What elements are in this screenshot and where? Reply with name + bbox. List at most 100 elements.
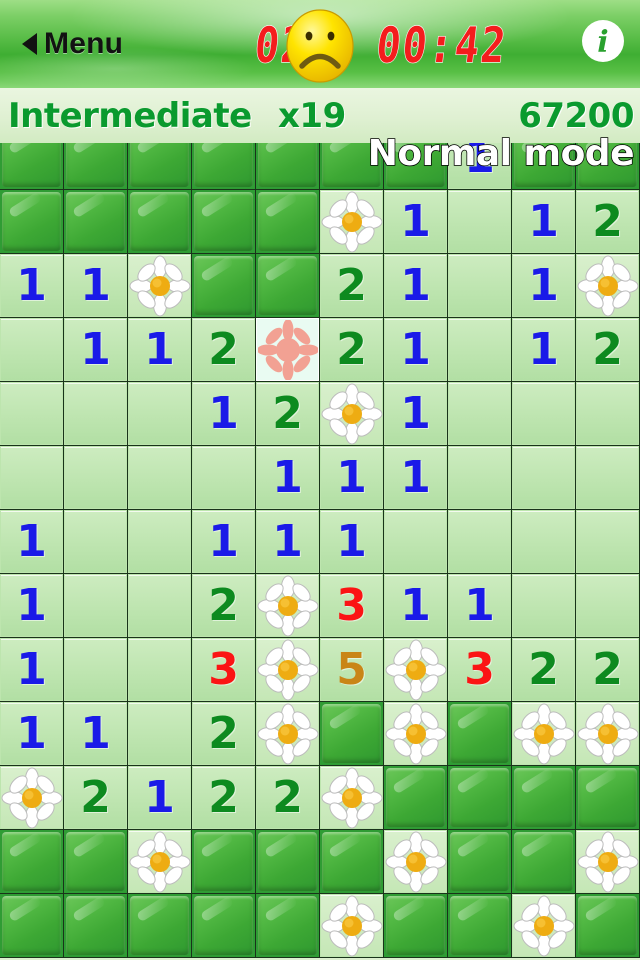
number-cell-2[interactable]: 2 [256,382,320,446]
number-cell-1[interactable]: 1 [192,382,256,446]
empty-cell[interactable] [512,382,576,446]
empty-cell[interactable] [576,510,640,574]
covered-cell[interactable] [0,190,64,254]
number-cell-3[interactable]: 3 [448,638,512,702]
number-cell-1[interactable]: 1 [448,574,512,638]
number-cell-2[interactable]: 2 [320,254,384,318]
number-cell-1[interactable]: 1 [64,254,128,318]
flagged-cell[interactable] [576,830,640,894]
number-cell-1[interactable]: 1 [512,190,576,254]
empty-cell[interactable] [192,446,256,510]
covered-cell[interactable] [320,702,384,766]
covered-cell[interactable] [64,190,128,254]
number-cell-2[interactable]: 2 [256,766,320,830]
covered-cell[interactable] [192,190,256,254]
number-cell-3[interactable]: 3 [192,638,256,702]
covered-cell[interactable] [448,766,512,830]
number-cell-1[interactable]: 1 [384,574,448,638]
empty-cell[interactable] [384,510,448,574]
covered-cell[interactable] [384,143,448,190]
number-cell-2[interactable]: 2 [576,638,640,702]
number-cell-1[interactable]: 1 [128,766,192,830]
number-cell-2[interactable]: 2 [192,766,256,830]
sad-face-icon[interactable] [282,6,358,84]
mine-cell[interactable] [256,318,320,382]
empty-cell[interactable] [64,638,128,702]
covered-cell[interactable] [576,143,640,190]
covered-cell[interactable] [384,766,448,830]
empty-cell[interactable] [576,382,640,446]
info-icon[interactable]: i [580,18,626,64]
number-cell-1[interactable]: 1 [192,510,256,574]
covered-cell[interactable] [0,143,64,190]
number-cell-2[interactable]: 2 [320,318,384,382]
empty-cell[interactable] [128,638,192,702]
empty-cell[interactable] [448,318,512,382]
flagged-cell[interactable] [320,382,384,446]
empty-cell[interactable] [448,382,512,446]
number-cell-2[interactable]: 2 [192,574,256,638]
number-cell-2[interactable]: 2 [576,190,640,254]
covered-cell[interactable] [256,143,320,190]
covered-cell[interactable] [512,766,576,830]
covered-cell[interactable] [256,190,320,254]
flagged-cell[interactable] [320,894,384,958]
covered-cell[interactable] [448,830,512,894]
covered-cell[interactable] [192,254,256,318]
number-cell-2[interactable]: 2 [576,318,640,382]
covered-cell[interactable] [192,143,256,190]
covered-cell[interactable] [448,894,512,958]
covered-cell[interactable] [256,830,320,894]
number-cell-1[interactable]: 1 [256,510,320,574]
number-cell-1[interactable]: 1 [0,574,64,638]
covered-cell[interactable] [64,830,128,894]
empty-cell[interactable] [448,190,512,254]
flagged-cell[interactable] [128,254,192,318]
empty-cell[interactable] [128,510,192,574]
empty-cell[interactable] [128,574,192,638]
flagged-cell[interactable] [384,830,448,894]
empty-cell[interactable] [64,382,128,446]
number-cell-1[interactable]: 1 [384,190,448,254]
number-cell-1[interactable]: 1 [384,382,448,446]
number-cell-1[interactable]: 1 [320,446,384,510]
empty-cell[interactable] [0,446,64,510]
number-cell-1[interactable]: 1 [0,638,64,702]
number-cell-2[interactable]: 2 [192,702,256,766]
number-cell-1[interactable]: 1 [128,318,192,382]
number-cell-5[interactable]: 5 [320,638,384,702]
number-cell-1[interactable]: 1 [320,510,384,574]
number-cell-1[interactable]: 1 [384,254,448,318]
number-cell-2[interactable]: 2 [512,638,576,702]
covered-cell[interactable] [64,143,128,190]
flagged-cell[interactable] [0,766,64,830]
empty-cell[interactable] [512,510,576,574]
covered-cell[interactable] [0,830,64,894]
number-cell-1[interactable]: 1 [448,143,512,190]
empty-cell[interactable] [0,318,64,382]
flagged-cell[interactable] [576,702,640,766]
covered-cell[interactable] [320,143,384,190]
flagged-cell[interactable] [512,894,576,958]
empty-cell[interactable] [512,574,576,638]
covered-cell[interactable] [128,143,192,190]
flagged-cell[interactable] [256,702,320,766]
flagged-cell[interactable] [320,190,384,254]
covered-cell[interactable] [320,830,384,894]
covered-cell[interactable] [64,894,128,958]
empty-cell[interactable] [128,702,192,766]
number-cell-1[interactable]: 1 [384,446,448,510]
empty-cell[interactable] [576,574,640,638]
empty-cell[interactable] [448,254,512,318]
flagged-cell[interactable] [384,702,448,766]
number-cell-1[interactable]: 1 [64,702,128,766]
covered-cell[interactable] [576,894,640,958]
menu-button[interactable]: Menu [22,20,123,68]
covered-cell[interactable] [128,894,192,958]
covered-cell[interactable] [512,143,576,190]
covered-cell[interactable] [384,894,448,958]
empty-cell[interactable] [0,382,64,446]
empty-cell[interactable] [576,446,640,510]
number-cell-1[interactable]: 1 [256,446,320,510]
number-cell-1[interactable]: 1 [512,254,576,318]
